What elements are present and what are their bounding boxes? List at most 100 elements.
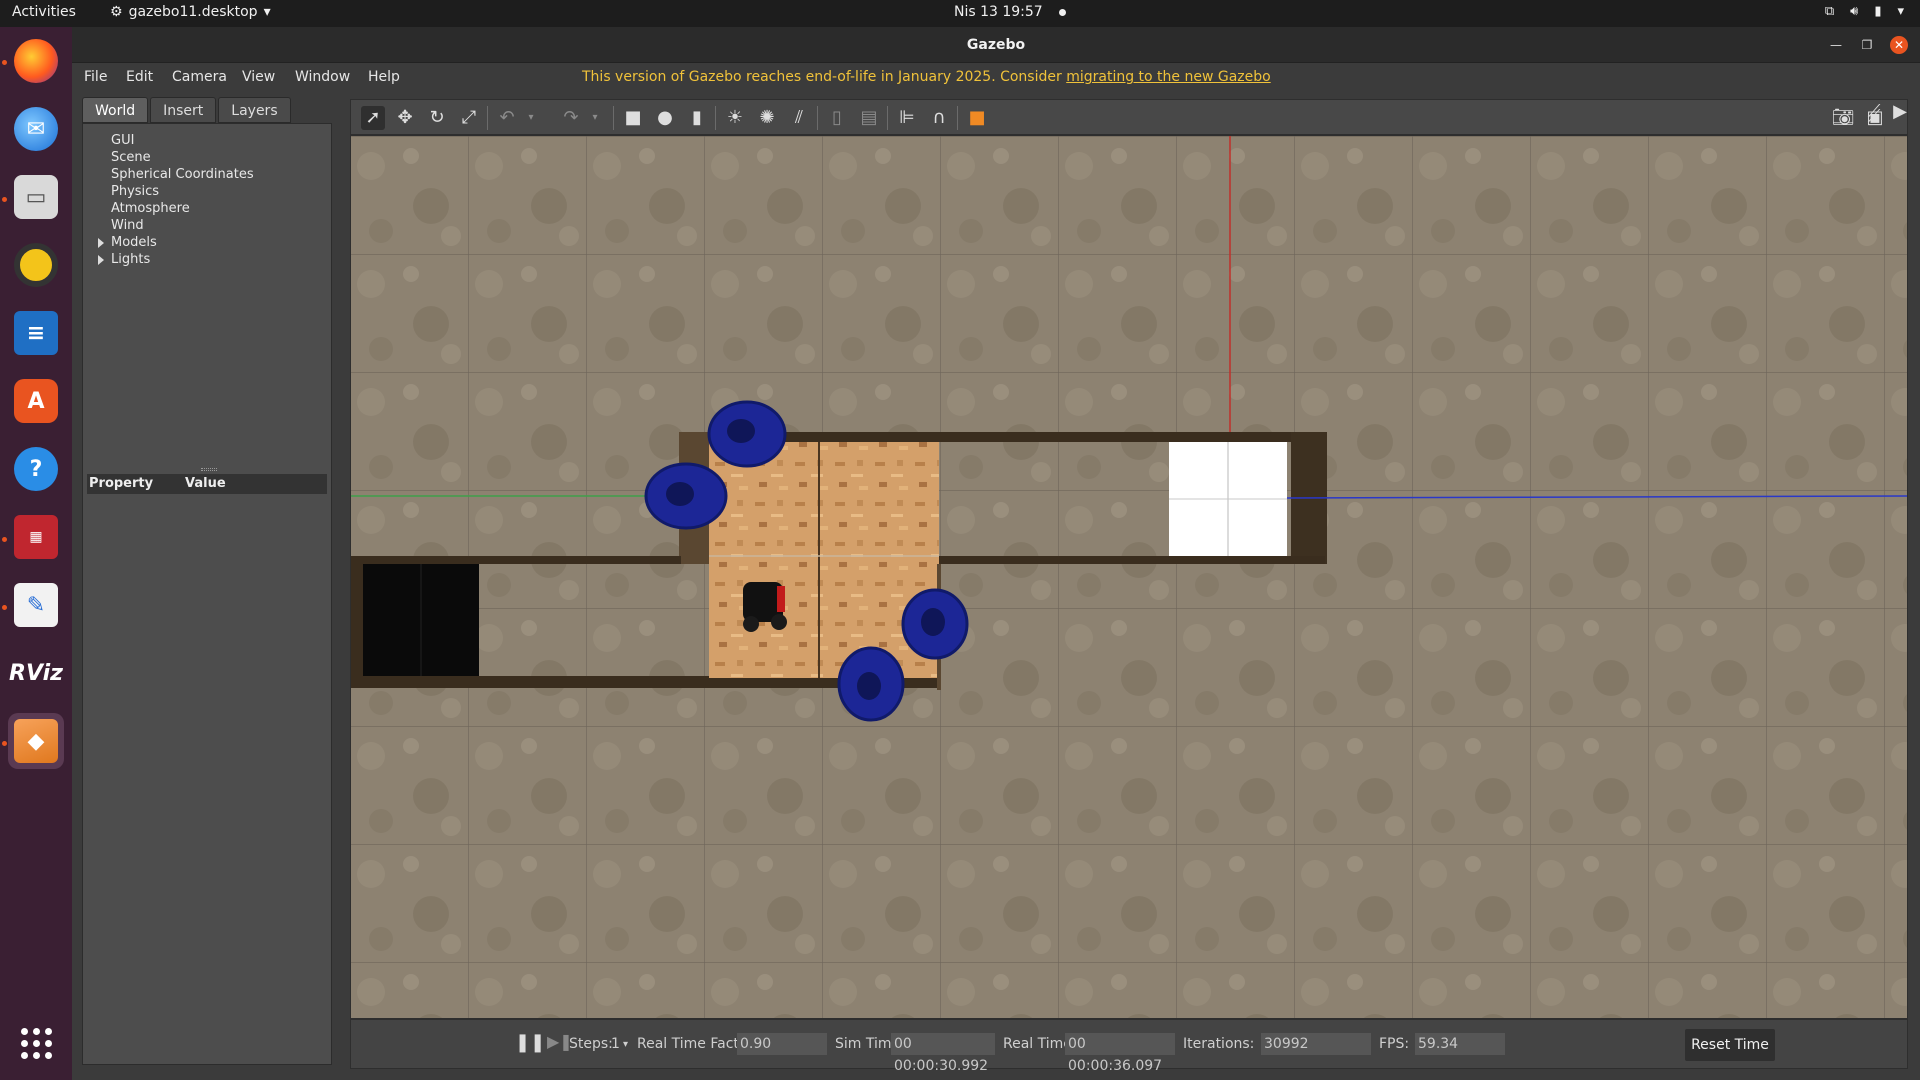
rhythmbox-icon xyxy=(14,243,58,287)
point-light-icon[interactable]: ☀ xyxy=(723,106,747,130)
sphere-shape-icon[interactable]: ● xyxy=(653,106,677,130)
reset-time-button[interactable]: Reset Time xyxy=(1685,1029,1775,1061)
expand-arrow-icon[interactable] xyxy=(98,255,104,265)
real-time-value: 00 00:00:36.097 xyxy=(1065,1033,1175,1074)
tree-item-label: Models xyxy=(111,235,157,250)
chevron-down-icon: ▾ xyxy=(263,4,271,20)
steps-chevron-icon[interactable]: ▾ xyxy=(623,1039,628,1050)
files-icon: ▭ xyxy=(14,175,58,219)
system-tray[interactable]: ⧉ 🔊︎ ▮ ▾ xyxy=(1825,4,1904,19)
3d-viewport[interactable] xyxy=(350,135,1908,1019)
battery-icon: ▮ xyxy=(1874,4,1882,19)
copy-icon[interactable]: ▯ xyxy=(825,106,849,130)
chevron-down-icon: ▾ xyxy=(1897,4,1904,19)
dock-firefox[interactable] xyxy=(8,33,64,89)
running-indicator xyxy=(2,197,7,202)
end-of-life-notice: This version of Gazebo reaches end-of-li… xyxy=(582,69,1271,85)
tree-item-gui[interactable]: GUI xyxy=(89,132,254,149)
scale-mode-icon[interactable]: ⤢ xyxy=(457,106,481,130)
dock-rhythmbox[interactable] xyxy=(8,237,64,293)
tree-item-atmosphere[interactable]: Atmosphere xyxy=(89,200,254,217)
tab-insert[interactable]: Insert xyxy=(150,97,217,123)
menu-bar: File Edit Camera View Window Help This v… xyxy=(72,63,1920,91)
tree-item-label: Lights xyxy=(111,252,151,267)
undo-history-chevron-icon[interactable]: ▾ xyxy=(519,106,543,130)
rotate-mode-icon[interactable]: ↻ xyxy=(425,106,449,130)
undo-icon[interactable]: ↶ xyxy=(495,106,519,130)
window-titlebar[interactable]: Gazebo — ❐ ✕ xyxy=(72,27,1920,63)
screenshot-icon[interactable]: 📷︎ xyxy=(1831,106,1855,130)
menu-help[interactable]: Help xyxy=(368,69,400,85)
property-table-header: Property Value xyxy=(87,474,327,494)
fps-value: 59.34 xyxy=(1415,1033,1505,1055)
app-menu[interactable]: ⚙ gazebo11.desktop ▾ xyxy=(110,4,271,20)
clock-label: Nis 13 19:57 xyxy=(954,4,1043,20)
dock-writer[interactable]: ≡ xyxy=(8,305,64,361)
steps-value[interactable]: 1 xyxy=(611,1036,620,1052)
tree-item-wind[interactable]: Wind xyxy=(89,217,254,234)
running-indicator xyxy=(2,605,7,610)
paste-icon[interactable]: ▤ xyxy=(857,106,881,130)
translate-mode-icon[interactable]: ✥ xyxy=(393,106,417,130)
world-tree: GUI Scene Spherical Coordinates Physics … xyxy=(89,132,254,268)
minimize-button[interactable]: — xyxy=(1827,36,1845,54)
menu-file[interactable]: File xyxy=(84,69,107,85)
tree-item-physics[interactable]: Physics xyxy=(89,183,254,200)
fps-label: FPS: xyxy=(1379,1036,1410,1052)
redo-history-chevron-icon[interactable]: ▾ xyxy=(583,106,607,130)
spot-light-icon[interactable]: ✺ xyxy=(755,106,779,130)
show-applications-button[interactable] xyxy=(8,1015,64,1071)
dock-files[interactable]: ▭ xyxy=(8,169,64,225)
tree-item-scene[interactable]: Scene xyxy=(89,149,254,166)
align-icon[interactable]: ⊫ xyxy=(895,106,919,130)
plot-icon-2[interactable]: ⟋ xyxy=(1862,100,1886,124)
property-column-header: Property xyxy=(89,476,154,491)
expand-arrow-icon[interactable] xyxy=(98,238,104,248)
gazebo-window: Gazebo — ❐ ✕ File Edit Camera View Windo… xyxy=(72,27,1920,1080)
menu-window[interactable]: Window xyxy=(295,69,350,85)
window-title: Gazebo xyxy=(966,37,1026,53)
tree-item-models[interactable]: Models xyxy=(89,234,254,251)
volume-icon: 🔊︎ xyxy=(1850,4,1859,19)
dock-gazebo[interactable]: ◆ xyxy=(8,713,64,769)
cylinder-shape-icon[interactable]: ▮ xyxy=(685,106,709,130)
tab-world[interactable]: World xyxy=(82,97,149,123)
tree-item-label: Scene xyxy=(111,150,151,165)
clock[interactable]: Nis 13 19:57 xyxy=(954,4,1066,20)
gazebo-icon: ◆ xyxy=(14,719,58,763)
left-panel-tabs: World Insert Layers xyxy=(82,97,293,123)
tree-item-lights[interactable]: Lights xyxy=(89,251,254,268)
panel-splitter-handle[interactable] xyxy=(201,468,217,471)
restore-button[interactable]: ❐ xyxy=(1858,36,1876,54)
sim-time-value: 00 00:00:30.992 xyxy=(891,1033,995,1074)
simulation-status-bar: ❚❚ ▶❚ Steps: 1 ▾ Real Time Factor: 0.90 … xyxy=(350,1019,1908,1074)
world-panel: GUI Scene Spherical Coordinates Physics … xyxy=(82,123,332,1065)
activities-button[interactable]: Activities xyxy=(12,4,76,20)
video-record-icon[interactable]: ▶ xyxy=(1888,100,1912,124)
view-angle-icon[interactable]: ■ xyxy=(965,106,989,130)
dock-tiles[interactable]: ▦ xyxy=(8,509,64,565)
gear-icon: ⚙ xyxy=(110,4,123,20)
dock-thunderbird[interactable]: ✉ xyxy=(8,101,64,157)
migration-link[interactable]: migrating to the new Gazebo xyxy=(1066,69,1271,85)
menu-edit[interactable]: Edit xyxy=(126,69,153,85)
wooden-platform xyxy=(709,442,939,678)
tree-item-spherical-coordinates[interactable]: Spherical Coordinates xyxy=(89,166,254,183)
value-column-header: Value xyxy=(185,476,226,491)
redo-icon[interactable]: ↷ xyxy=(559,106,583,130)
box-shape-icon[interactable]: ■ xyxy=(621,106,645,130)
dock-text-editor[interactable]: ✎ xyxy=(8,577,64,633)
main-toolbar: ➚ ✥ ↻ ⤢ ↶ ▾ ↷ ▾ ■ ● ▮ ☀ ✺ ⫽ ▯ ▤ ⊫ ∩ ■ 📷︎… xyxy=(350,99,1908,135)
select-mode-icon[interactable]: ➚ xyxy=(361,106,385,130)
pause-icon[interactable]: ❚❚ xyxy=(515,1032,545,1053)
dock-app-center[interactable]: A xyxy=(8,373,64,429)
dock-rviz[interactable]: RViz xyxy=(8,645,64,701)
close-button[interactable]: ✕ xyxy=(1890,36,1908,54)
menu-view[interactable]: View xyxy=(242,69,275,85)
snap-icon[interactable]: ∩ xyxy=(927,106,951,130)
dock-help[interactable]: ? xyxy=(8,441,64,497)
tab-layers[interactable]: Layers xyxy=(218,97,291,123)
running-indicator xyxy=(2,60,7,65)
directional-light-icon[interactable]: ⫽ xyxy=(787,106,811,130)
menu-camera[interactable]: Camera xyxy=(172,69,227,85)
